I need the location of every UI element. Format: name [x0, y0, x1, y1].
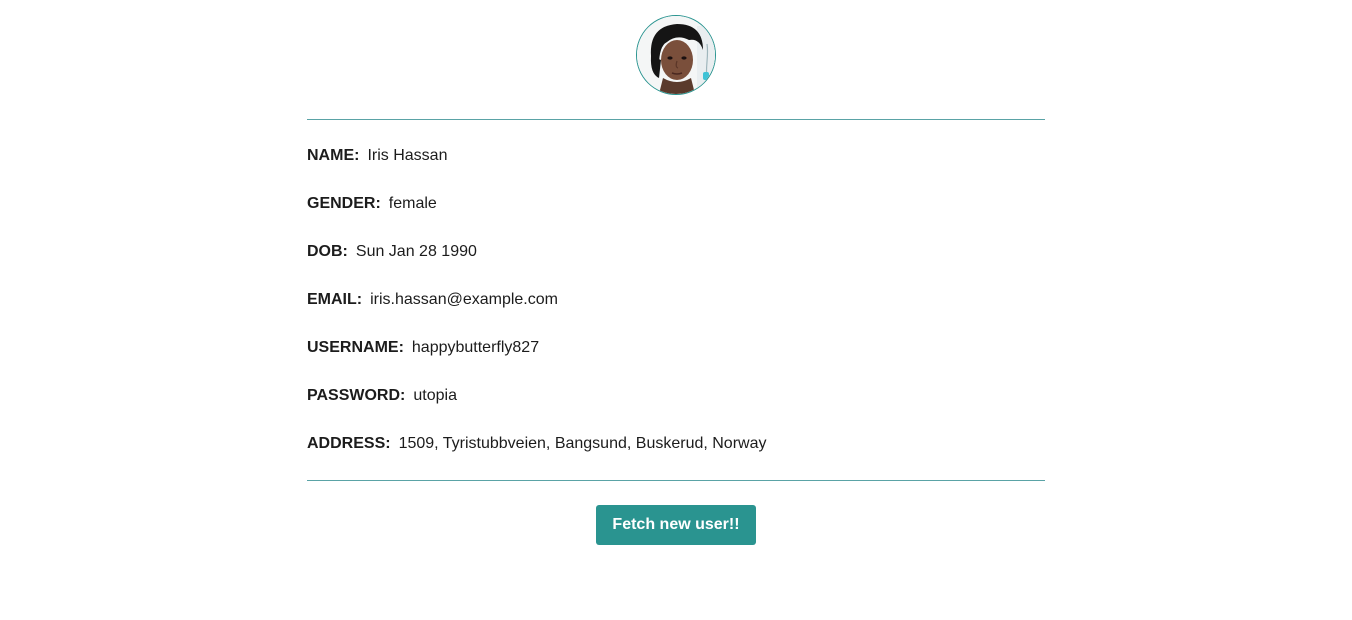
detail-email: EMAIL: iris.hassan@example.com [307, 289, 1045, 337]
detail-label: DOB: [307, 243, 348, 260]
detail-value: Sun Jan 28 1990 [355, 243, 477, 260]
detail-gender: GENDER: female [307, 193, 1045, 241]
detail-value: iris.hassan@example.com [370, 291, 558, 308]
detail-address: ADDRESS: 1509, Tyristubbveien, Bangsund, … [307, 433, 1045, 481]
detail-value: Iris Hassan [367, 147, 448, 164]
detail-label: ADDRESS: [307, 435, 391, 452]
user-details-list: NAME: Iris Hassan GENDER: female DOB: Sun J… [307, 145, 1045, 481]
top-divider [307, 119, 1045, 120]
detail-username: USERNAME: happybutterfly827 [307, 337, 1045, 385]
detail-value: happybutterfly827 [411, 339, 540, 356]
detail-value: 1509, Tyristubbveien, Bangsund, Buskerud… [398, 435, 767, 452]
detail-label: EMAIL: [307, 291, 363, 308]
detail-label: USERNAME: [307, 339, 404, 356]
user-photo [637, 16, 715, 94]
detail-label: NAME: [307, 147, 360, 164]
detail-value: female [388, 195, 437, 212]
fetch-new-user-button[interactable]: Fetch new user!! [596, 505, 756, 545]
detail-password: PASSWORD: utopia [307, 385, 1045, 433]
detail-label: GENDER: [307, 195, 381, 212]
detail-dob: DOB: Sun Jan 28 1990 [307, 241, 1045, 289]
detail-name: NAME: Iris Hassan [307, 145, 1045, 193]
detail-value: utopia [413, 387, 457, 404]
detail-label: PASSWORD: [307, 387, 406, 404]
avatar [636, 15, 716, 95]
bottom-divider [307, 480, 1045, 481]
